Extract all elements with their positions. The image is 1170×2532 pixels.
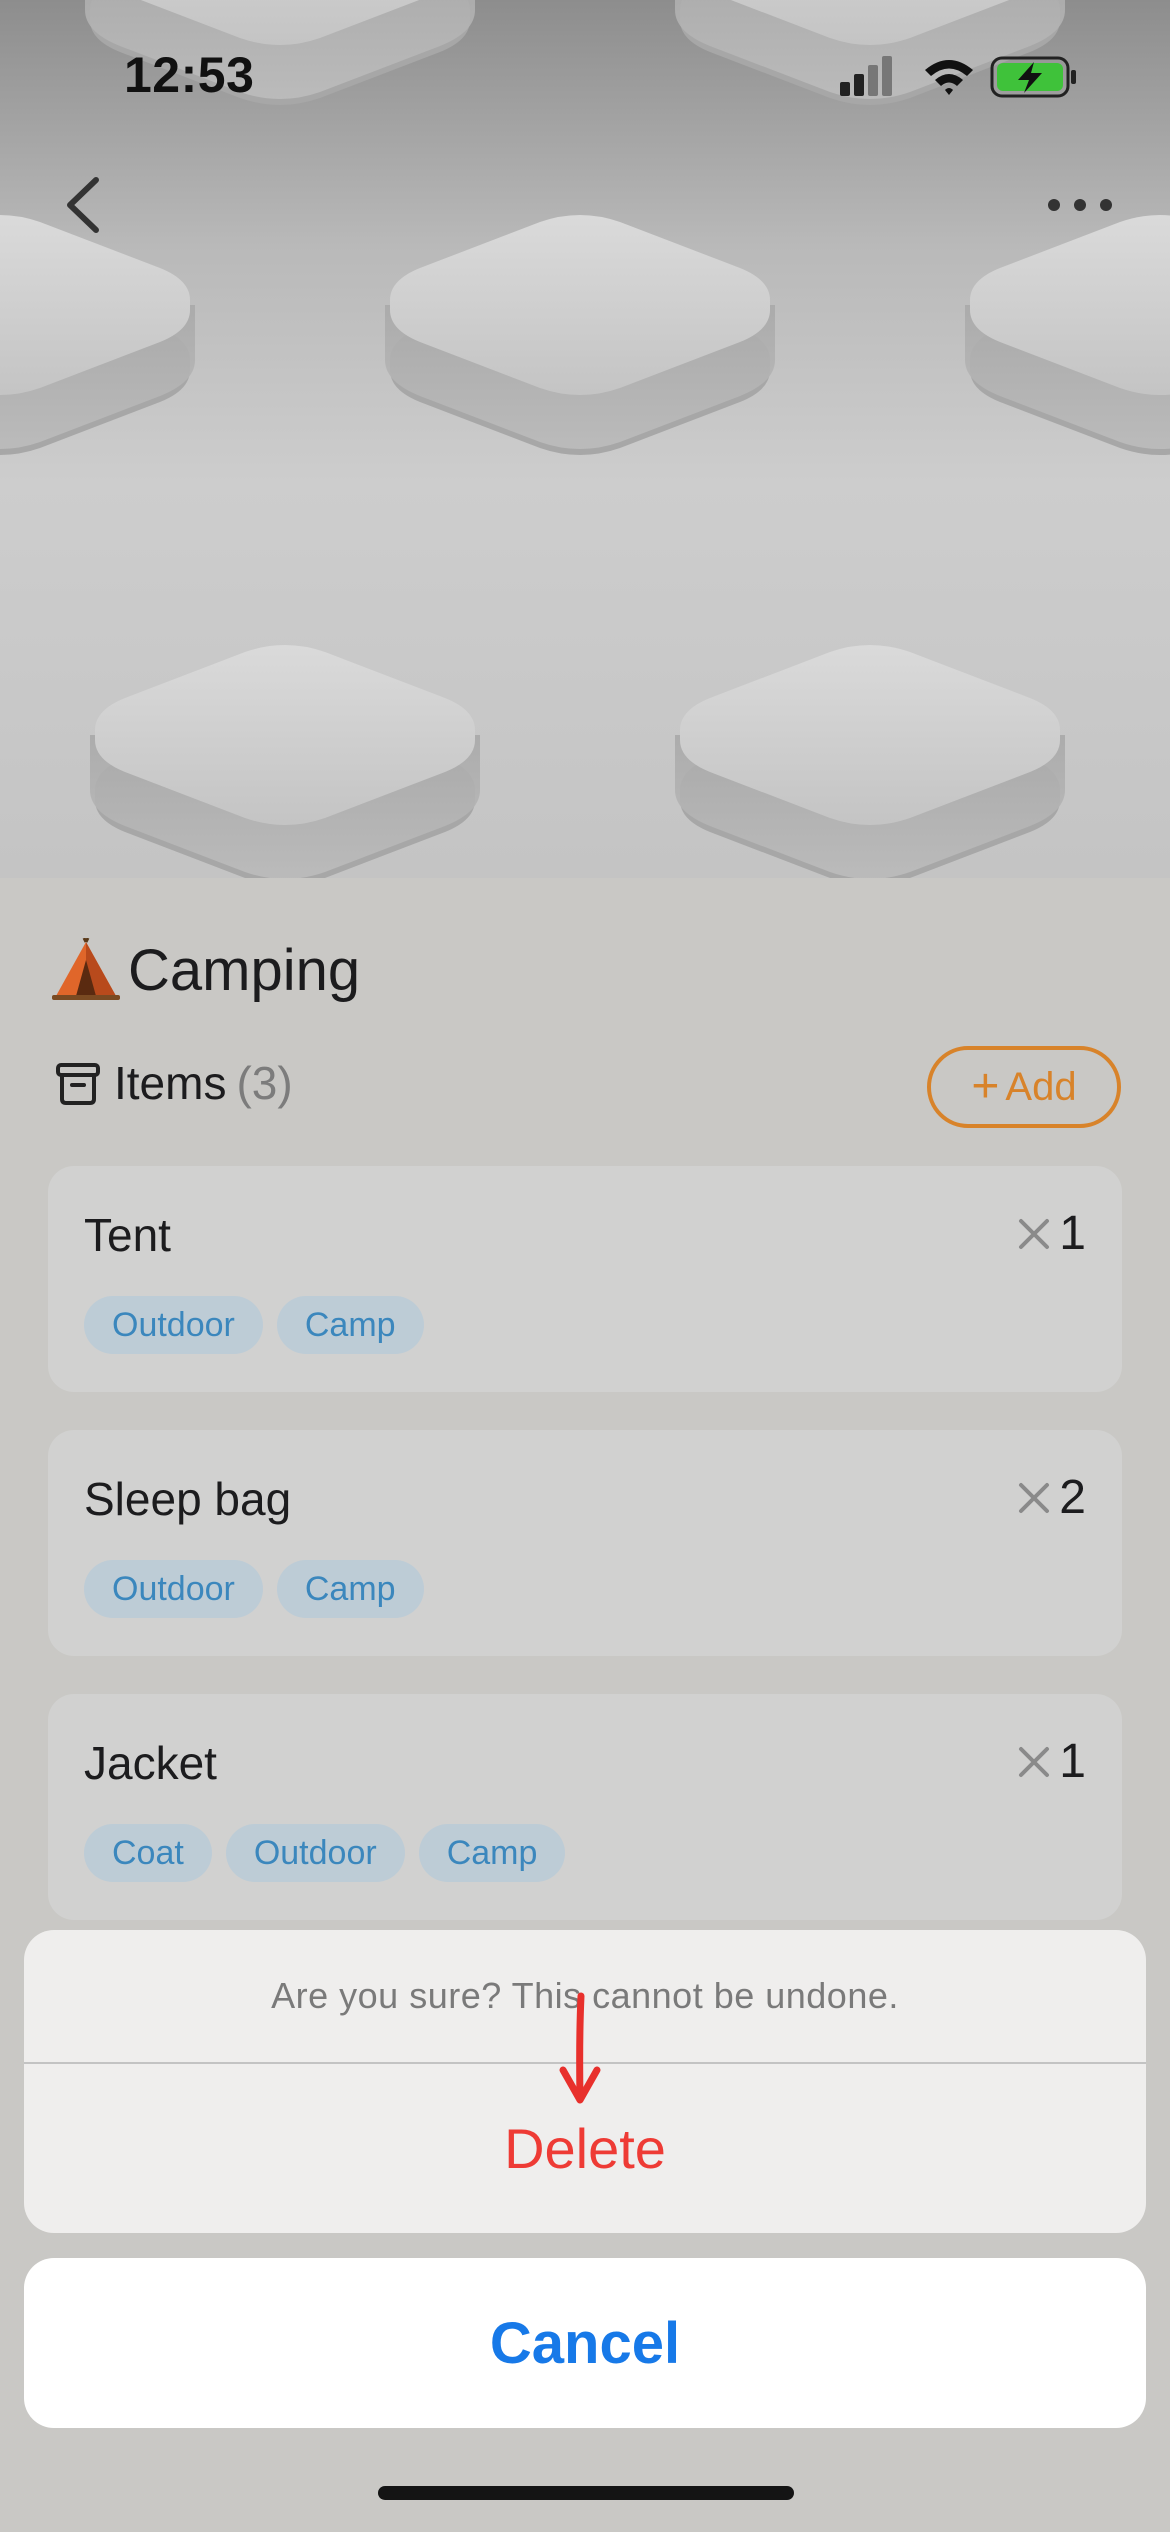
status-time: 12:53: [124, 47, 255, 103]
battery-charging-icon: [990, 56, 1076, 98]
list-title: Camping: [128, 937, 361, 1003]
tag-chip: Outdoor: [84, 1296, 263, 1354]
quantity-value: 1: [1059, 1207, 1086, 1260]
status-icons: [840, 56, 1076, 98]
item-tags: Outdoor Camp: [84, 1296, 438, 1354]
tag-chip: Camp: [276, 1296, 424, 1354]
back-chevron-icon[interactable]: [58, 170, 118, 240]
items-header: Items (3): [54, 1048, 293, 1118]
cellular-signal-icon: [840, 56, 892, 96]
tag-chip: Camp: [276, 1560, 424, 1618]
item-quantity: 1: [1017, 1734, 1086, 1789]
list-title-row: Camping: [50, 930, 360, 1010]
cover-image: 12:53: [0, 0, 1170, 878]
tag-chip: Outdoor: [225, 1824, 405, 1882]
multiply-icon: [1019, 1482, 1050, 1513]
status-bar: 12:53: [0, 0, 1170, 150]
quantity-value: 1: [1059, 1735, 1086, 1788]
tag-chip: Coat: [84, 1824, 212, 1882]
item-name: Sleep bag: [84, 1473, 292, 1525]
tag-chip: Camp: [418, 1824, 566, 1882]
cancel-button[interactable]: Cancel: [24, 2258, 1146, 2428]
item-card-sleep-bag[interactable]: Sleep bag 2 Outdoor Camp: [48, 1430, 1122, 1656]
item-tags: Outdoor Camp: [84, 1560, 438, 1618]
multiply-icon: [1019, 1218, 1050, 1249]
more-options-icon[interactable]: [1040, 185, 1120, 225]
home-indicator[interactable]: [378, 2486, 794, 2500]
quantity-value: 2: [1059, 1471, 1086, 1524]
item-card-tent[interactable]: Tent 1 Outdoor Camp: [48, 1166, 1122, 1392]
red-arrow-annotation-icon: [559, 1992, 601, 2104]
multiply-icon: [1019, 1746, 1050, 1777]
items-label: Items: [114, 1057, 227, 1109]
tag-chip: Outdoor: [84, 1560, 263, 1618]
item-tags: Coat Outdoor Camp: [84, 1824, 579, 1882]
item-quantity: 1: [1017, 1206, 1086, 1261]
item-name: Jacket: [84, 1737, 217, 1789]
tent-icon: [52, 938, 120, 1000]
add-item-button[interactable]: + Add: [927, 1046, 1121, 1128]
item-card-jacket[interactable]: Jacket 1 Coat Outdoor Camp: [48, 1694, 1122, 1920]
item-name: Tent: [84, 1209, 171, 1261]
item-quantity: 2: [1017, 1470, 1086, 1525]
archive-box-icon: [56, 1063, 100, 1105]
add-button-label: Add: [1005, 1064, 1077, 1109]
items-count: (3): [236, 1057, 293, 1109]
plus-icon: +: [971, 1060, 1000, 1113]
wifi-icon: [925, 60, 973, 95]
